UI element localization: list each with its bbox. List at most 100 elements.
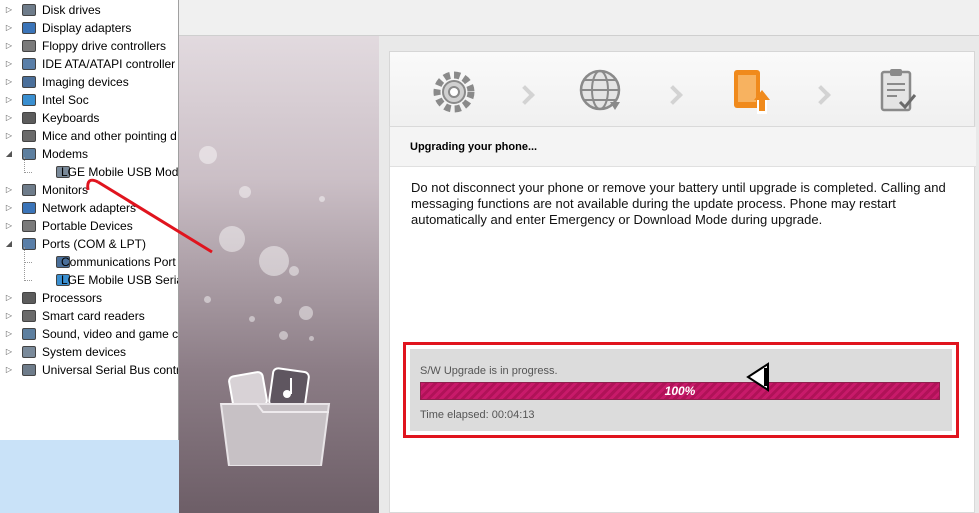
decor-dot (259, 246, 289, 276)
tree-category[interactable]: ▷ Mice and other pointing d (0, 127, 178, 145)
device-icon (22, 364, 36, 376)
tree-item-label: Smart card readers (42, 309, 145, 323)
taskbar-area (0, 440, 179, 513)
progress-status-text: S/W Upgrade is in progress. (420, 365, 558, 377)
progress-percent: 100% (664, 384, 696, 398)
device-icon (22, 112, 36, 124)
cursor-icon (746, 362, 769, 392)
expand-arrow-icon[interactable]: ▷ (4, 343, 14, 361)
decor-dot (274, 296, 282, 304)
tree-category[interactable]: ▷ Sound, video and game c (0, 325, 179, 343)
decor-dot (289, 266, 299, 276)
tree-item-label: LGE Mobile USB Serial (61, 273, 179, 287)
expand-arrow-icon[interactable]: ▷ (4, 37, 14, 55)
collapse-arrow-icon[interactable]: ◢ (4, 145, 14, 163)
device-icon (22, 292, 36, 304)
progress-panel: S/W Upgrade is in progress. 100% Time el… (410, 349, 952, 431)
tree-item-label: Disk drives (42, 3, 101, 17)
device-icon (22, 22, 36, 34)
progress-highlight-box: S/W Upgrade is in progress. 100% Time el… (403, 342, 959, 438)
device-icon (22, 310, 36, 322)
upgrade-content-card: Upgrading your phone... Do not disconnec… (389, 126, 976, 513)
tree-category[interactable]: ▷ System devices (0, 343, 178, 361)
tree-category[interactable]: ▷ Intel Soc (0, 91, 178, 109)
decor-dot (249, 316, 255, 322)
chevron-right-icon (811, 85, 831, 105)
device-icon (22, 4, 36, 16)
tree-device[interactable]: LGE Mobile USB Serial (0, 271, 179, 289)
annotation-arrow (86, 178, 213, 254)
tree-category[interactable]: ▷ Universal Serial Bus contro (0, 361, 179, 379)
expand-arrow-icon[interactable]: ▷ (4, 73, 14, 91)
section-title: Upgrading your phone... (390, 127, 976, 167)
expand-arrow-icon[interactable]: ▷ (4, 127, 14, 145)
tree-item-label: IDE ATA/ATAPI controller (42, 57, 176, 71)
tree-category[interactable]: ▷ Disk drives (0, 1, 178, 19)
tree-item-label: Processors (42, 291, 103, 305)
device-icon (22, 94, 36, 106)
chevron-right-icon (663, 85, 683, 105)
device-icon (22, 202, 36, 214)
expand-arrow-icon[interactable]: ▷ (4, 307, 14, 325)
tree-category[interactable]: ▷ Display adapters (0, 19, 178, 37)
tree-item-label: Imaging devices (42, 75, 129, 89)
progress-bar: 100% (420, 382, 940, 400)
tree-category[interactable]: ▷ Processors (0, 289, 178, 307)
folder-music-photo-icon (219, 367, 331, 466)
device-icon (22, 40, 36, 52)
expand-arrow-icon[interactable]: ▷ (4, 217, 14, 235)
gear-icon (433, 71, 475, 113)
decor-dot (239, 186, 251, 198)
expand-arrow-icon[interactable]: ▷ (4, 325, 14, 343)
tree-item-label: System devices (42, 345, 127, 359)
chevron-right-icon (515, 85, 535, 105)
upgrade-main-panel: Upgrading your phone... Do not disconnec… (379, 36, 979, 513)
decor-dot (279, 331, 288, 340)
decor-dot (309, 336, 314, 341)
tree-item-label: Floppy drive controllers (42, 39, 167, 53)
tool-header-strip (379, 0, 979, 36)
phone-upload-icon (734, 70, 770, 114)
tree-item-label: Display adapters (42, 21, 132, 35)
device-icon (22, 76, 36, 88)
tree-item-label: Sound, video and game c (42, 327, 179, 341)
tree-connector (24, 157, 25, 173)
expand-arrow-icon[interactable]: ▷ (4, 181, 14, 199)
decor-dot (319, 196, 325, 202)
tree-item-label: Universal Serial Bus contro (42, 363, 179, 377)
decor-dot (299, 306, 313, 320)
device-icon (22, 346, 36, 358)
expand-arrow-icon[interactable]: ▷ (4, 91, 14, 109)
device-icon (22, 328, 36, 340)
tree-item-label: Intel Soc (42, 93, 89, 107)
tree-category[interactable]: ▷ IDE ATA/ATAPI controller (0, 55, 178, 73)
device-icon (22, 184, 36, 196)
tree-connector (24, 247, 25, 281)
tree-item-label: Mice and other pointing d (42, 129, 177, 143)
clipboard-check-icon (880, 69, 917, 112)
expand-arrow-icon[interactable]: ▷ (4, 109, 14, 127)
expand-arrow-icon[interactable]: ▷ (4, 1, 14, 19)
warning-message: Do not disconnect your phone or remove y… (411, 180, 946, 227)
expand-arrow-icon[interactable]: ▷ (4, 55, 14, 73)
tree-connector (24, 262, 32, 263)
tree-connector (24, 280, 32, 281)
tree-category[interactable]: ▷ Floppy drive controllers (0, 37, 178, 55)
tree-category[interactable]: ▷ Keyboards (0, 109, 178, 127)
tree-category[interactable]: ▷ Imaging devices (0, 73, 178, 91)
tree-item-label: Keyboards (42, 111, 100, 125)
expand-arrow-icon[interactable]: ▷ (4, 199, 14, 217)
expand-arrow-icon[interactable]: ▷ (4, 361, 14, 379)
collapse-arrow-icon[interactable]: ◢ (4, 235, 14, 253)
time-elapsed: Time elapsed: 00:04:13 (420, 409, 535, 421)
tool-header-strip (179, 0, 379, 36)
device-icon (22, 220, 36, 232)
tree-category[interactable]: ▷ Smart card readers (0, 307, 178, 325)
globe-download-icon (579, 69, 621, 111)
expand-arrow-icon[interactable]: ▷ (4, 19, 14, 37)
device-icon (22, 130, 36, 142)
side-art-panel (179, 36, 379, 513)
decor-dot (204, 296, 211, 303)
expand-arrow-icon[interactable]: ▷ (4, 289, 14, 307)
tree-connector (24, 172, 32, 173)
